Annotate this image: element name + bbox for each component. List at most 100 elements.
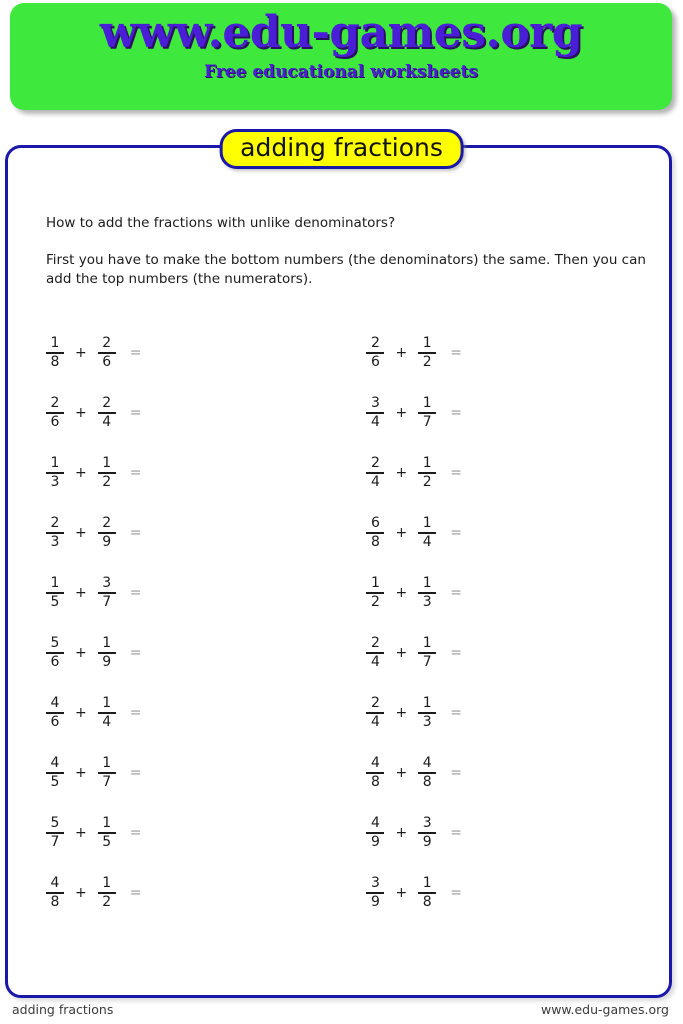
fraction-denominator: 3: [422, 594, 432, 610]
fraction-b: 17: [416, 636, 438, 670]
fraction-b: 12: [96, 876, 118, 910]
fraction-b: 13: [416, 696, 438, 730]
fraction-a: 18: [44, 336, 66, 370]
fraction-denominator: 9: [102, 534, 112, 550]
fraction-b: 12: [416, 456, 438, 490]
problem-row: 4 8 +1 2 = 3 9 +1 8 =: [8, 863, 669, 923]
fraction-a: 12: [364, 576, 386, 610]
fraction-denominator: 6: [50, 714, 60, 730]
problem-left: 1 3 +1 2 =: [44, 456, 141, 490]
fraction-denominator: 6: [102, 354, 112, 370]
fraction-numerator: 2: [102, 335, 112, 351]
problem-row: 1 5 +3 7 = 1 2 +1 3 =: [8, 563, 669, 623]
fraction-a: 26: [364, 336, 386, 370]
equals-operator: =: [450, 645, 462, 661]
fraction-numerator: 5: [50, 815, 60, 831]
fraction-denominator: 6: [371, 354, 380, 370]
problem-right: 2 6 +1 2 =: [364, 336, 462, 370]
equals-operator: =: [450, 705, 462, 721]
fraction-numerator: 4: [50, 755, 60, 771]
equals-operator: =: [450, 765, 462, 781]
fraction-denominator: 4: [371, 474, 380, 490]
fraction-numerator: 2: [371, 455, 380, 471]
fraction-denominator: 3: [50, 474, 60, 490]
site-banner: www.edu-games.org Free educational works…: [10, 3, 672, 110]
equals-operator: =: [450, 885, 462, 901]
fraction-denominator: 2: [422, 474, 432, 490]
equals-operator: =: [129, 345, 142, 361]
fraction-numerator: 1: [371, 575, 380, 591]
fraction-denominator: 8: [422, 894, 432, 910]
fraction-b: 15: [96, 816, 118, 850]
problem-right: 2 4 +1 2 =: [364, 456, 462, 490]
site-logo: www.edu-games.org: [99, 7, 583, 58]
fraction-numerator: 2: [371, 335, 380, 351]
fraction-denominator: 5: [102, 834, 112, 850]
problem-row: 5 7 +1 5 = 4 9 +3 9 =: [8, 803, 669, 863]
fraction-b: 18: [416, 876, 438, 910]
fraction-numerator: 4: [422, 755, 432, 771]
fraction-numerator: 1: [102, 875, 112, 891]
plus-operator: +: [395, 705, 408, 721]
instruction-explanation: First you have to make the bottom number…: [46, 251, 646, 288]
fraction-numerator: 2: [50, 395, 60, 411]
plus-operator: +: [395, 885, 408, 901]
fraction-numerator: 1: [50, 455, 60, 471]
equals-operator: =: [129, 525, 142, 541]
fraction-b: 19: [96, 636, 118, 670]
plus-operator: +: [75, 405, 87, 421]
fraction-denominator: 7: [50, 834, 60, 850]
plus-operator: +: [395, 585, 408, 601]
fraction-a: 39: [364, 876, 386, 910]
fraction-denominator: 2: [422, 354, 432, 370]
fraction-numerator: 4: [371, 815, 380, 831]
fraction-a: 49: [364, 816, 386, 850]
equals-operator: =: [450, 585, 462, 601]
problem-row: 2 3 +2 9 = 6 8 +1 4 =: [8, 503, 669, 563]
fraction-denominator: 4: [371, 654, 380, 670]
site-tagline: Free educational worksheets: [204, 62, 478, 83]
fraction-denominator: 5: [50, 594, 60, 610]
fraction-numerator: 3: [371, 875, 380, 891]
fraction-denominator: 5: [50, 774, 60, 790]
fraction-denominator: 4: [371, 414, 380, 430]
fraction-numerator: 1: [422, 395, 432, 411]
fraction-numerator: 1: [102, 455, 112, 471]
fraction-b: 37: [96, 576, 118, 610]
problem-right: 2 4 +1 3 =: [364, 696, 462, 730]
fraction-denominator: 7: [102, 774, 112, 790]
plus-operator: +: [75, 825, 87, 841]
fraction-denominator: 4: [422, 534, 432, 550]
fraction-numerator: 6: [371, 515, 380, 531]
fraction-numerator: 2: [102, 515, 112, 531]
plus-operator: +: [395, 645, 408, 661]
equals-operator: =: [129, 825, 142, 841]
problem-row: 5 6 +1 9 = 2 4 +1 7 =: [8, 623, 669, 683]
page-footer: adding fractions www.edu-games.org: [0, 1002, 683, 1024]
equals-operator: =: [129, 405, 142, 421]
fraction-numerator: 2: [50, 515, 60, 531]
fraction-denominator: 6: [50, 654, 60, 670]
fraction-b: 17: [416, 396, 438, 430]
fraction-denominator: 9: [371, 834, 380, 850]
fraction-numerator: 1: [422, 875, 432, 891]
problem-left: 4 6 +1 4 =: [44, 696, 141, 730]
fraction-denominator: 2: [371, 594, 380, 610]
problem-right: 4 9 +3 9 =: [364, 816, 462, 850]
fraction-numerator: 1: [102, 815, 112, 831]
problem-right: 3 4 +1 7 =: [364, 396, 462, 430]
problem-left: 4 5 +1 7 =: [44, 756, 141, 790]
fraction-a: 24: [364, 456, 386, 490]
problem-row: 2 6 +2 4 = 3 4 +1 7 =: [8, 383, 669, 443]
fraction-a: 48: [364, 756, 386, 790]
equals-operator: =: [129, 885, 142, 901]
fraction-a: 24: [364, 696, 386, 730]
fraction-denominator: 6: [50, 414, 60, 430]
fraction-a: 48: [44, 876, 66, 910]
worksheet-panel: How to add the fractions with unlike den…: [5, 145, 672, 998]
fraction-b: 24: [96, 396, 118, 430]
fraction-numerator: 1: [50, 335, 60, 351]
fraction-denominator: 3: [50, 534, 60, 550]
fraction-a: 24: [364, 636, 386, 670]
problem-left: 5 6 +1 9 =: [44, 636, 141, 670]
